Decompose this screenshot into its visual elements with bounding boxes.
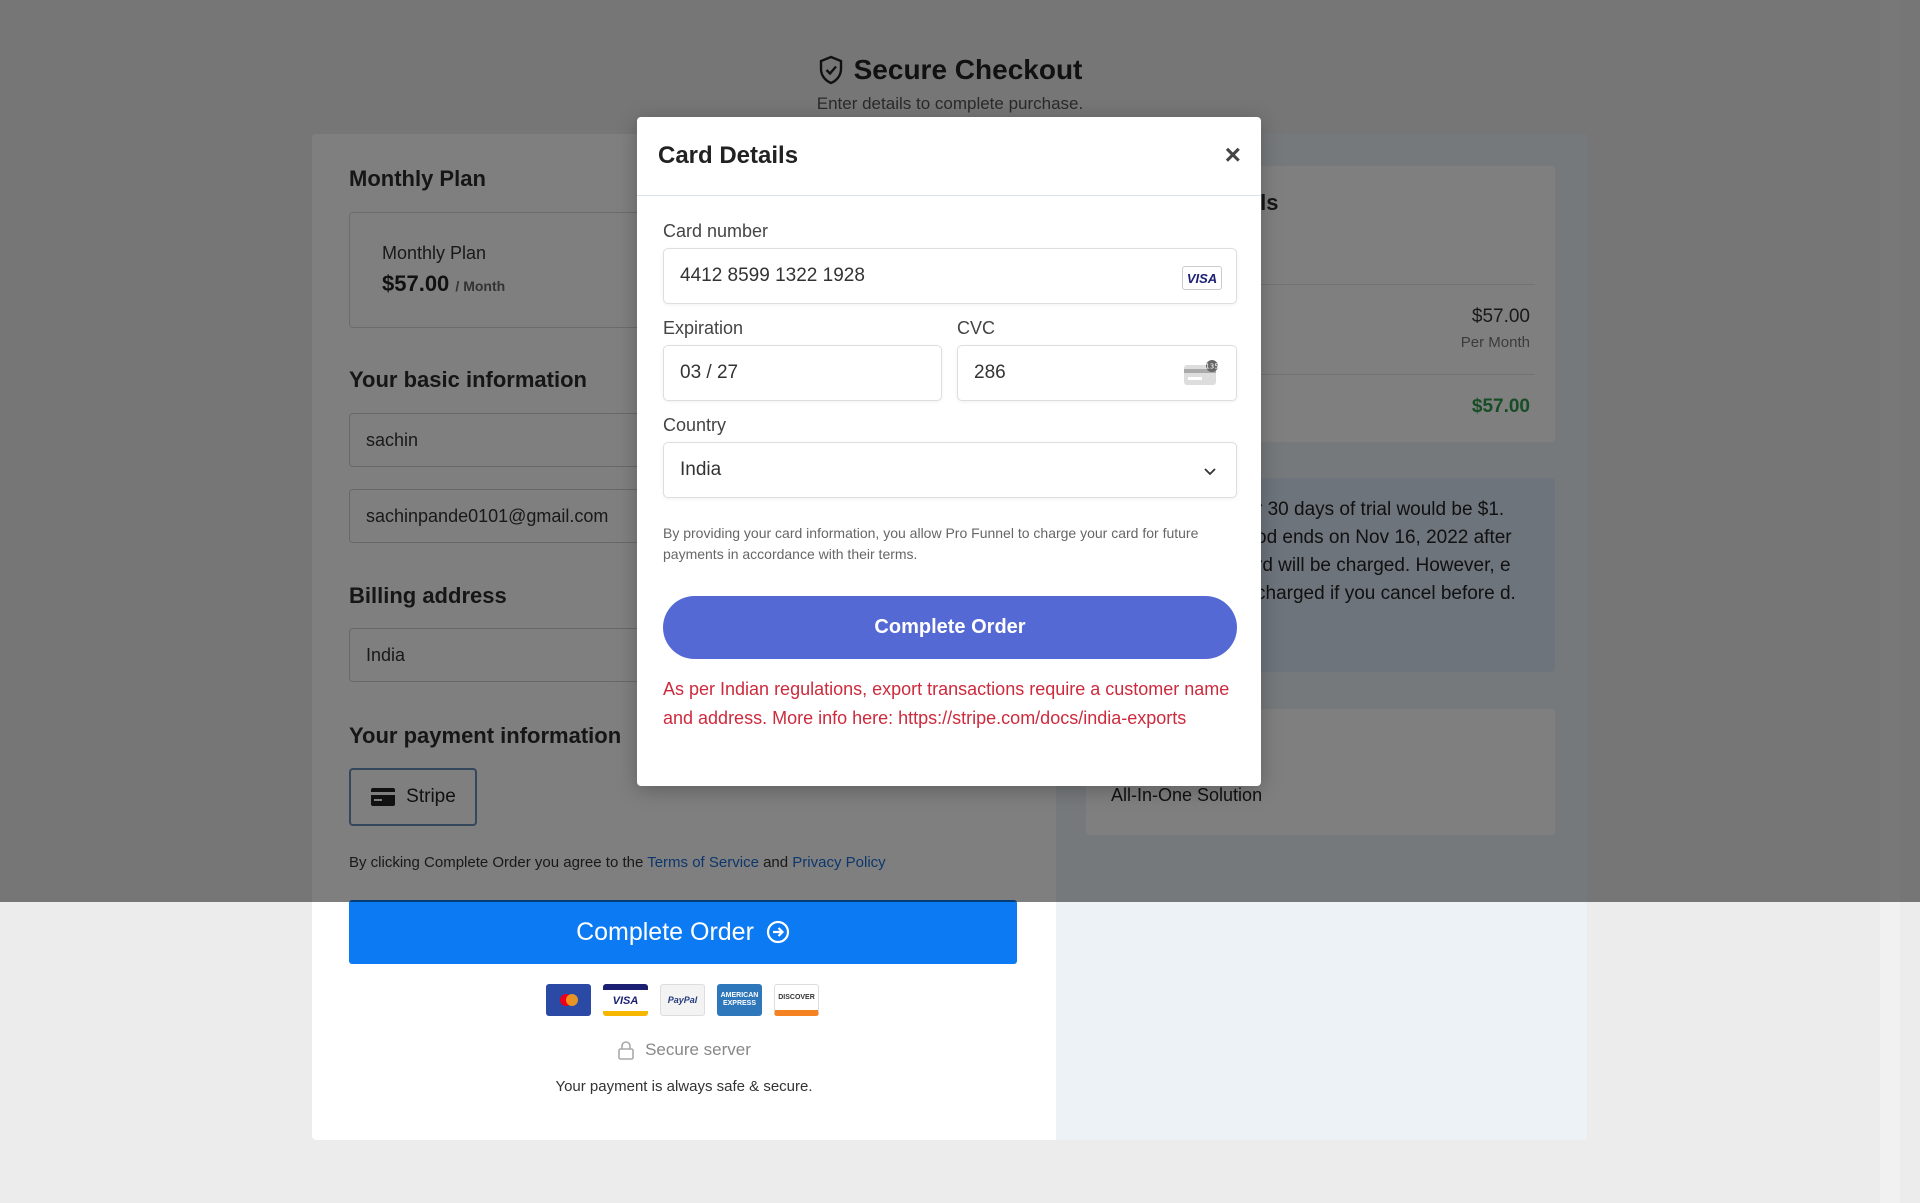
lock-icon: [618, 1041, 634, 1060]
visa-icon: VISA: [603, 984, 648, 1016]
expiration-input[interactable]: 03 / 27: [663, 345, 942, 401]
country-label: Country: [663, 415, 727, 435]
discover-icon: DISCOVER: [774, 984, 819, 1016]
complete-order-label: Complete Order: [576, 917, 754, 946]
secure-server: Secure server: [312, 1040, 1056, 1060]
secure-server-label: Secure server: [645, 1040, 751, 1059]
cvc-label: CVC: [957, 318, 996, 338]
expiration-label: Expiration: [663, 318, 744, 338]
visa-card-icon: VISA: [1182, 266, 1222, 290]
mastercard-icon: [546, 984, 591, 1016]
country-value: India: [680, 459, 722, 480]
country-select[interactable]: India: [663, 442, 1237, 498]
amex-icon: AMERICAN EXPRESS: [717, 984, 762, 1016]
close-icon[interactable]: ×: [1225, 139, 1241, 171]
card-disclaimer: By providing your card information, you …: [663, 525, 1199, 562]
card-number-input[interactable]: 4412 8599 1322 1928 VISA: [663, 248, 1237, 304]
card-number-value: 4412 8599 1322 1928: [680, 265, 865, 286]
card-number-label: Card number: [663, 221, 769, 241]
svg-text:135: 135: [1205, 363, 1218, 371]
modal-complete-order-button[interactable]: Complete Order: [663, 596, 1237, 659]
modal-title: Card Details: [658, 142, 799, 169]
modal-header: Card Details ×: [637, 117, 1261, 196]
complete-order-button[interactable]: Complete Order: [349, 900, 1017, 964]
paypal-icon: PayPal: [660, 984, 705, 1016]
chevron-down-icon: [1204, 468, 1216, 476]
arrow-circle-right-icon: [766, 920, 790, 944]
secure-note: Your payment is always safe & secure.: [555, 1078, 813, 1095]
cvc-card-icon: 135: [1184, 360, 1219, 385]
payment-icons: VISA PayPal AMERICAN EXPRESS DISCOVER: [546, 984, 819, 1016]
cvc-value: 286: [974, 362, 1006, 383]
error-message: As per Indian regulations, export transa…: [663, 679, 1230, 728]
card-details-modal: Card Details × Card number 4412 8599 132…: [637, 117, 1261, 786]
cvc-input[interactable]: 286 135: [957, 345, 1237, 401]
expiration-value: 03 / 27: [680, 362, 739, 383]
